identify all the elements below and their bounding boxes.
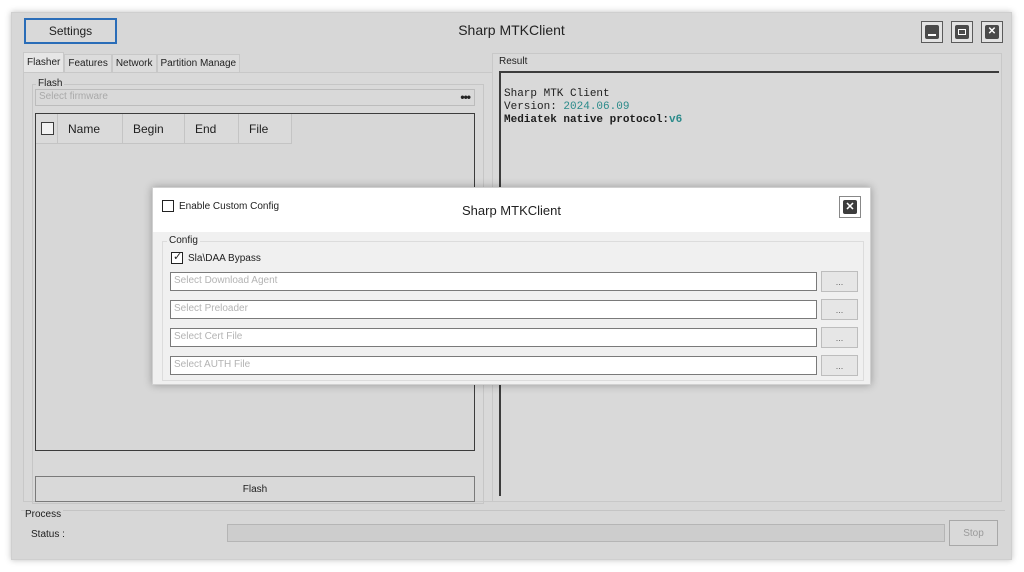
tab-bar: Flasher Features Network Partition Manag…	[23, 52, 241, 72]
tab-network[interactable]: Network	[111, 54, 157, 72]
preloader-browse-button[interactable]: ...	[821, 299, 858, 320]
maximize-button[interactable]	[951, 21, 973, 43]
firmware-browse-button[interactable]: •••	[460, 90, 471, 104]
process-label: Process	[25, 509, 64, 520]
result-divider	[499, 71, 999, 73]
close-button[interactable]: ✕	[981, 21, 1003, 43]
download-agent-input[interactable]: Select Download Agent	[170, 272, 817, 291]
sla-daa-bypass-toggle[interactable]: ✓ Sla\DAA Bypass	[171, 251, 261, 264]
tab-flasher[interactable]: Flasher	[23, 52, 65, 72]
close-icon: ✕	[985, 25, 999, 39]
download-agent-browse-button[interactable]: ...	[821, 271, 858, 292]
config-group-label: Config	[167, 235, 200, 246]
window-title: Sharp MTKClient	[458, 22, 565, 38]
protocol-key: Mediatek native protocol:	[504, 114, 670, 126]
dialog-close-button[interactable]: ✕	[839, 196, 861, 218]
progress-bar	[227, 524, 945, 542]
enable-custom-config-checkbox[interactable]	[162, 200, 174, 212]
flash-group-label: Flash	[36, 78, 65, 89]
result-line-2: Version: 2024.06.09	[504, 101, 682, 114]
status-label: Status :	[31, 529, 65, 540]
minimize-icon	[925, 25, 939, 39]
download-agent-row: Select Download Agent ...	[170, 271, 858, 292]
preloader-input[interactable]: Select Preloader	[170, 300, 817, 319]
version-key: Version:	[504, 101, 564, 113]
sla-daa-bypass-label: Sla\DAA Bypass	[188, 252, 261, 264]
tab-partition-manage[interactable]: Partition Manage	[156, 54, 241, 72]
custom-config-dialog: Sharp MTKClient Enable Custom Config ✕ C…	[152, 187, 871, 385]
enable-custom-config-toggle[interactable]: Enable Custom Config	[162, 200, 279, 212]
select-all-checkbox[interactable]	[41, 122, 54, 135]
cert-file-row: Select Cert File ...	[170, 327, 858, 348]
checkmark-icon: ✓	[173, 251, 183, 263]
result-label: Result	[499, 56, 528, 67]
sla-daa-bypass-checkbox[interactable]: ✓	[171, 251, 183, 264]
tab-features[interactable]: Features	[64, 54, 112, 72]
firmware-input[interactable]: Select firmware •••	[35, 89, 475, 106]
flash-button[interactable]: Flash	[35, 476, 475, 502]
column-end[interactable]: End	[185, 114, 239, 144]
preloader-row: Select Preloader ...	[170, 299, 858, 320]
result-line-3: Mediatek native protocol:v6	[504, 114, 682, 127]
close-icon: ✕	[843, 200, 857, 214]
enable-custom-config-label: Enable Custom Config	[179, 200, 280, 212]
protocol-value: v6	[669, 114, 683, 126]
config-group: Config ✓ Sla\DAA Bypass Select Download …	[162, 235, 864, 381]
stop-button[interactable]: Stop	[949, 520, 998, 546]
auth-file-browse-button[interactable]: ...	[821, 355, 858, 376]
auth-file-input[interactable]: Select AUTH File	[170, 356, 817, 375]
result-text: Sharp MTK Client Version: 2024.06.09 Media…	[504, 88, 682, 127]
table-header: Name Begin End File	[36, 114, 292, 144]
minimize-button[interactable]	[921, 21, 943, 43]
cert-file-browse-button[interactable]: ...	[821, 327, 858, 348]
version-value: 2024.06.09	[563, 101, 630, 113]
column-name[interactable]: Name	[58, 114, 123, 144]
column-file[interactable]: File	[239, 114, 292, 144]
auth-file-row: Select AUTH File ...	[170, 355, 858, 376]
firmware-placeholder: Select firmware	[39, 91, 108, 102]
maximize-icon	[955, 25, 969, 39]
process-group: Process Status : Stop	[21, 509, 1005, 553]
column-begin[interactable]: Begin	[123, 114, 185, 144]
dialog-header: Sharp MTKClient Enable Custom Config ✕	[153, 188, 870, 232]
cert-file-input[interactable]: Select Cert File	[170, 328, 817, 347]
select-all-column[interactable]	[36, 114, 58, 144]
result-line-1: Sharp MTK Client	[504, 88, 610, 100]
